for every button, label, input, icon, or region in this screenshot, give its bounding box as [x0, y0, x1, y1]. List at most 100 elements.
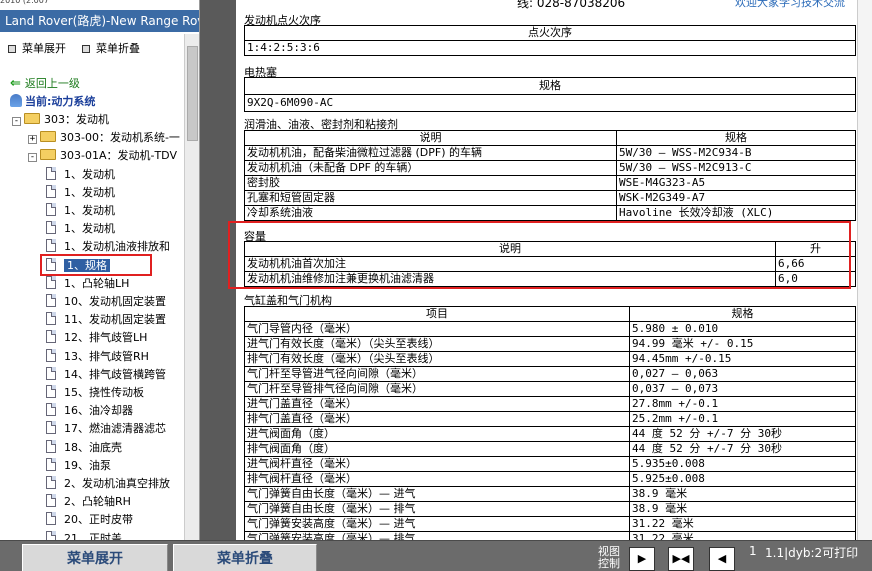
- menu-expand-label: 菜单展开: [22, 42, 66, 55]
- row-spec: 38.9 毫米: [629, 486, 856, 502]
- content-scrollbar[interactable]: [857, 0, 872, 540]
- top-contact: 线: 028-87038206: [517, 0, 626, 9]
- document-icon: [46, 494, 56, 507]
- row-description: 气门弹簧安装高度（毫米）— 进气: [244, 516, 630, 532]
- row-description: 气门弹簧安装高度（毫米）— 排气: [244, 531, 630, 540]
- table-row: 气门导管内径（毫米） 5.980 ± 0.010: [244, 321, 856, 337]
- back-arrow-icon: ⇐: [10, 76, 21, 91]
- table-row: 气门弹簧安装高度（毫米）— 排气 31.22 毫米: [244, 531, 856, 540]
- tree-item-label: 1、发动机: [64, 186, 115, 199]
- menu-expand-link[interactable]: 菜单展开: [8, 40, 66, 56]
- tree-doc-item[interactable]: 12、排气歧管LH: [46, 329, 147, 347]
- tree-item-label: 17、燃油滤清器滤芯: [64, 422, 166, 435]
- collapse-menu-button[interactable]: 菜单折叠: [173, 544, 317, 571]
- row-spec: 38.9 毫米: [629, 501, 856, 517]
- tree-doc-item[interactable]: 1、发动机: [46, 202, 115, 220]
- row-description: 气门弹簧自由长度（毫米）— 进气: [244, 486, 630, 502]
- tree-folder-item[interactable]: - 303：发动机: [12, 111, 109, 129]
- row-description: 进气阀面角（度）: [244, 426, 630, 442]
- tree-folder-item[interactable]: - 303-01A：发动机-TDV: [28, 147, 177, 165]
- row-description: 气门导管内径（毫米）: [244, 321, 630, 337]
- folder-icon: [40, 149, 56, 160]
- row-spec: 5W/30 – WSS-M2C913-C: [616, 160, 856, 176]
- sidebar-scrollbar[interactable]: [184, 34, 199, 540]
- row-spec: 27.8mm +/-0.1: [629, 396, 856, 412]
- row-description: 进气门盖直径（毫米）: [244, 396, 630, 412]
- row-description: 密封胶: [244, 175, 617, 191]
- scroll-thumb[interactable]: [187, 46, 198, 141]
- folder-icon: [40, 131, 56, 142]
- top-strip-fragment: 2010 (2.007: [0, 0, 199, 8]
- tree-doc-item[interactable]: 1、发动机: [46, 220, 115, 238]
- table-row: 进气门有效长度（毫米）（尖头至表线） 94.99 毫米 +/- 0.15: [244, 336, 856, 352]
- cylinder-head-header-0: 项目: [244, 306, 630, 322]
- table-row: 发动机机油（未配备 DPF 的车辆） 5W/30 – WSS-M2C913-C: [244, 160, 856, 176]
- collapse-toggle-icon[interactable]: -: [12, 117, 21, 126]
- back-link[interactable]: ⇐ 返回上一级: [10, 75, 80, 93]
- tree-item-label: 10、发动机固定装置: [64, 295, 166, 308]
- row-description: 排气门盖直径（毫米）: [244, 411, 630, 427]
- highlight-box: [228, 221, 851, 289]
- tree-doc-item[interactable]: 1、凸轮轴LH: [46, 275, 129, 293]
- row-spec: 0,037 – 0,073: [629, 381, 856, 397]
- row-description: 排气阀杆直径（毫米）: [244, 471, 630, 487]
- view-prev-button[interactable]: ◀: [709, 547, 735, 571]
- tree-item-label: 19、油泵: [64, 459, 111, 472]
- menu-collapse-link[interactable]: 菜单折叠: [82, 40, 140, 56]
- row-spec: WSE-M4G323-A5: [616, 175, 856, 191]
- view-skip-button[interactable]: ▶◀: [668, 547, 694, 571]
- tree-doc-item[interactable]: 2、发动机油真空排放: [46, 475, 170, 493]
- table-row: 发动机机油，配备柴油微粒过滤器 (DPF) 的车辆 5W/30 – WSS-M2C…: [244, 145, 856, 161]
- tree-doc-item[interactable]: 10、发动机固定装置: [46, 293, 166, 311]
- expand-toggle-icon[interactable]: +: [28, 135, 37, 144]
- tree-doc-item[interactable]: 15、挠性传动板: [46, 384, 144, 402]
- document-icon: [46, 349, 56, 362]
- heater-value: 9X2Q-6M090-AC: [244, 94, 856, 112]
- tree-folder-item[interactable]: +303-00：发动机系统-一: [28, 129, 180, 147]
- document-icon: [46, 185, 56, 198]
- tree-doc-item[interactable]: 2、凸轮轴RH: [46, 493, 131, 511]
- selection-highlight: [40, 254, 152, 276]
- table-row: 排气阀杆直径（毫米） 5.925±0.008: [244, 471, 856, 487]
- row-description: 进气门有效长度（毫米）（尖头至表线）: [244, 336, 630, 352]
- tree-doc-item[interactable]: 18、油底壳: [46, 439, 122, 457]
- table-row: 气门杆至导管排气径向间隙（毫米） 0,037 – 0,073: [244, 381, 856, 397]
- document-icon: [46, 294, 56, 307]
- tree-doc-item[interactable]: 20、正时皮带: [46, 511, 133, 529]
- tree-doc-item[interactable]: 1、发动机: [46, 184, 115, 202]
- tree-doc-item[interactable]: 21、正时盖: [46, 530, 122, 540]
- table-row: 气门杆至导管进气径向间隙（毫米） 0,027 – 0,063: [244, 366, 856, 382]
- document-icon: [46, 312, 56, 325]
- tree-item-label: 303-00：发动机系统-一: [60, 131, 180, 144]
- view-next-button[interactable]: ▶: [629, 547, 655, 571]
- tree-doc-item[interactable]: 17、燃油滤清器滤芯: [46, 420, 166, 438]
- table-row: 进气阀面角（度） 44 度 52 分 +/-7 分 30秒: [244, 426, 856, 442]
- top-strip: 线: 028-87038206 欢迎大家学习技术交流: [400, 0, 872, 9]
- table-row: 排气阀面角（度） 44 度 52 分 +/-7 分 30秒: [244, 441, 856, 457]
- tree-doc-item[interactable]: 11、发动机固定装置: [46, 311, 166, 329]
- tree-item-label: 1、发动机: [64, 204, 115, 217]
- document-icon: [46, 203, 56, 216]
- tree-item-label: 16、油冷却器: [64, 404, 133, 417]
- row-spec: 44 度 52 分 +/-7 分 30秒: [629, 426, 856, 442]
- page-number: 1: [749, 544, 757, 558]
- tree-doc-item[interactable]: 14、排气歧管横跨管: [46, 366, 166, 384]
- tree-doc-item[interactable]: 19、油泵: [46, 457, 111, 475]
- document-icon: [46, 458, 56, 471]
- table-row: 进气阀杆直径（毫米） 5.935±0.008: [244, 456, 856, 472]
- expand-menu-button[interactable]: 菜单展开: [22, 544, 168, 571]
- row-description: 排气阀面角（度）: [244, 441, 630, 457]
- collapse-toggle-icon[interactable]: -: [28, 153, 37, 162]
- row-spec: 94.45mm +/-0.15: [629, 351, 856, 367]
- lubricants-table: 说明 规格 发动机机油，配备柴油微粒过滤器 (DPF) 的车辆 5W/30 – WSS…: [244, 130, 856, 221]
- nav-tree: ⇐ 返回上一级 当前:动力系统 -303：发动机 +303-00：发动机系统-一 -3…: [0, 70, 184, 540]
- row-spec: 5.935±0.008: [629, 456, 856, 472]
- table-row: 排气门有效长度（毫米）（尖头至表线） 94.45mm +/-0.15: [244, 351, 856, 367]
- tree-doc-item[interactable]: 1、发动机: [46, 166, 115, 184]
- tree-doc-item[interactable]: 16、油冷却器: [46, 402, 133, 420]
- heater-header: 规格: [244, 77, 856, 95]
- view-control-label: 视图 控制: [598, 545, 620, 570]
- tree-doc-item[interactable]: 13、排气歧管RH: [46, 348, 149, 366]
- cylinder-head-header-1: 规格: [629, 306, 856, 322]
- tree-item-label: 2、凸轮轴RH: [64, 495, 131, 508]
